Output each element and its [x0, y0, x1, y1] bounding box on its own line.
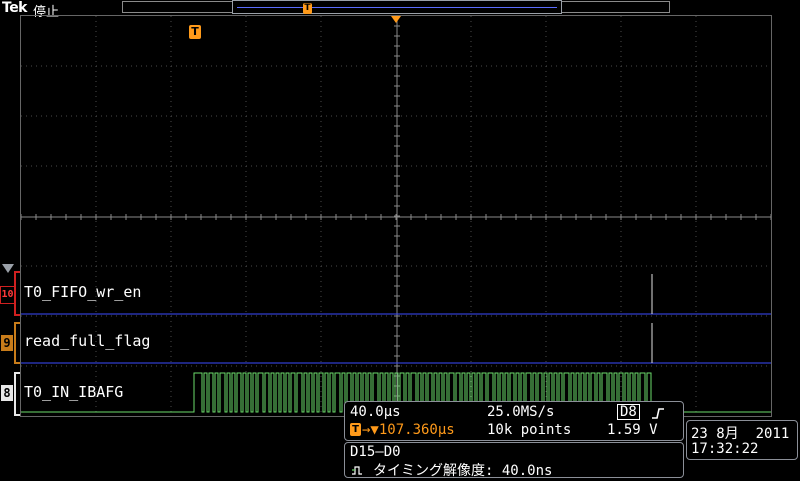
trigger-position-icon: T	[350, 423, 361, 436]
waveform-display[interactable]: T	[20, 15, 772, 417]
sample-rate: 25.0MS/s	[487, 404, 555, 420]
datetime-panel: 23 8月 2011 17:32:22	[686, 420, 798, 460]
ground-marker-icon	[2, 264, 14, 273]
timing-resolution-panel[interactable]: D15–D0 タイミング解像度: 40.0ns	[344, 442, 684, 481]
trigger-flag-icon: T	[189, 25, 201, 39]
bus-range: D15–D0	[350, 444, 401, 460]
trigger-level: 1.59 V	[607, 422, 658, 438]
channel-8-badge[interactable]: 8	[1, 385, 13, 401]
tek-logo: Tek	[2, 0, 28, 16]
timing-resolution-icon	[351, 462, 365, 481]
channel-9-bracket	[14, 322, 20, 364]
record-view-window[interactable]	[232, 0, 562, 14]
horizontal-scale: 40.0µs	[350, 404, 401, 420]
trigger-position-arrow	[391, 16, 401, 23]
horizontal-trigger-panel[interactable]: 40.0µs 25.0MS/s D8 T →▼107.360µs 10k poi…	[344, 401, 684, 441]
record-length: 10k points	[487, 422, 572, 438]
timing-resolution: タイミング解像度: 40.0ns	[373, 463, 553, 479]
time: 17:32:22	[691, 441, 759, 457]
channel-9-badge[interactable]: 9	[1, 335, 13, 351]
date: 23 8月 2011	[691, 426, 790, 442]
graticule-grid	[21, 16, 771, 416]
record-trigger-marker: T	[303, 3, 312, 14]
channel-10-bracket	[14, 271, 20, 316]
channel-8-bracket	[14, 372, 20, 416]
trigger-position: →▼107.360µs	[362, 422, 455, 438]
channel-8-label: T0_IN_IBAFG	[24, 383, 124, 401]
channel-10-badge[interactable]: 10	[0, 286, 15, 304]
channel-9-label: read_full_flag	[24, 332, 151, 350]
channel-10-label: T0_FIFO_wr_en	[24, 283, 142, 301]
trigger-source: D8	[617, 404, 640, 420]
